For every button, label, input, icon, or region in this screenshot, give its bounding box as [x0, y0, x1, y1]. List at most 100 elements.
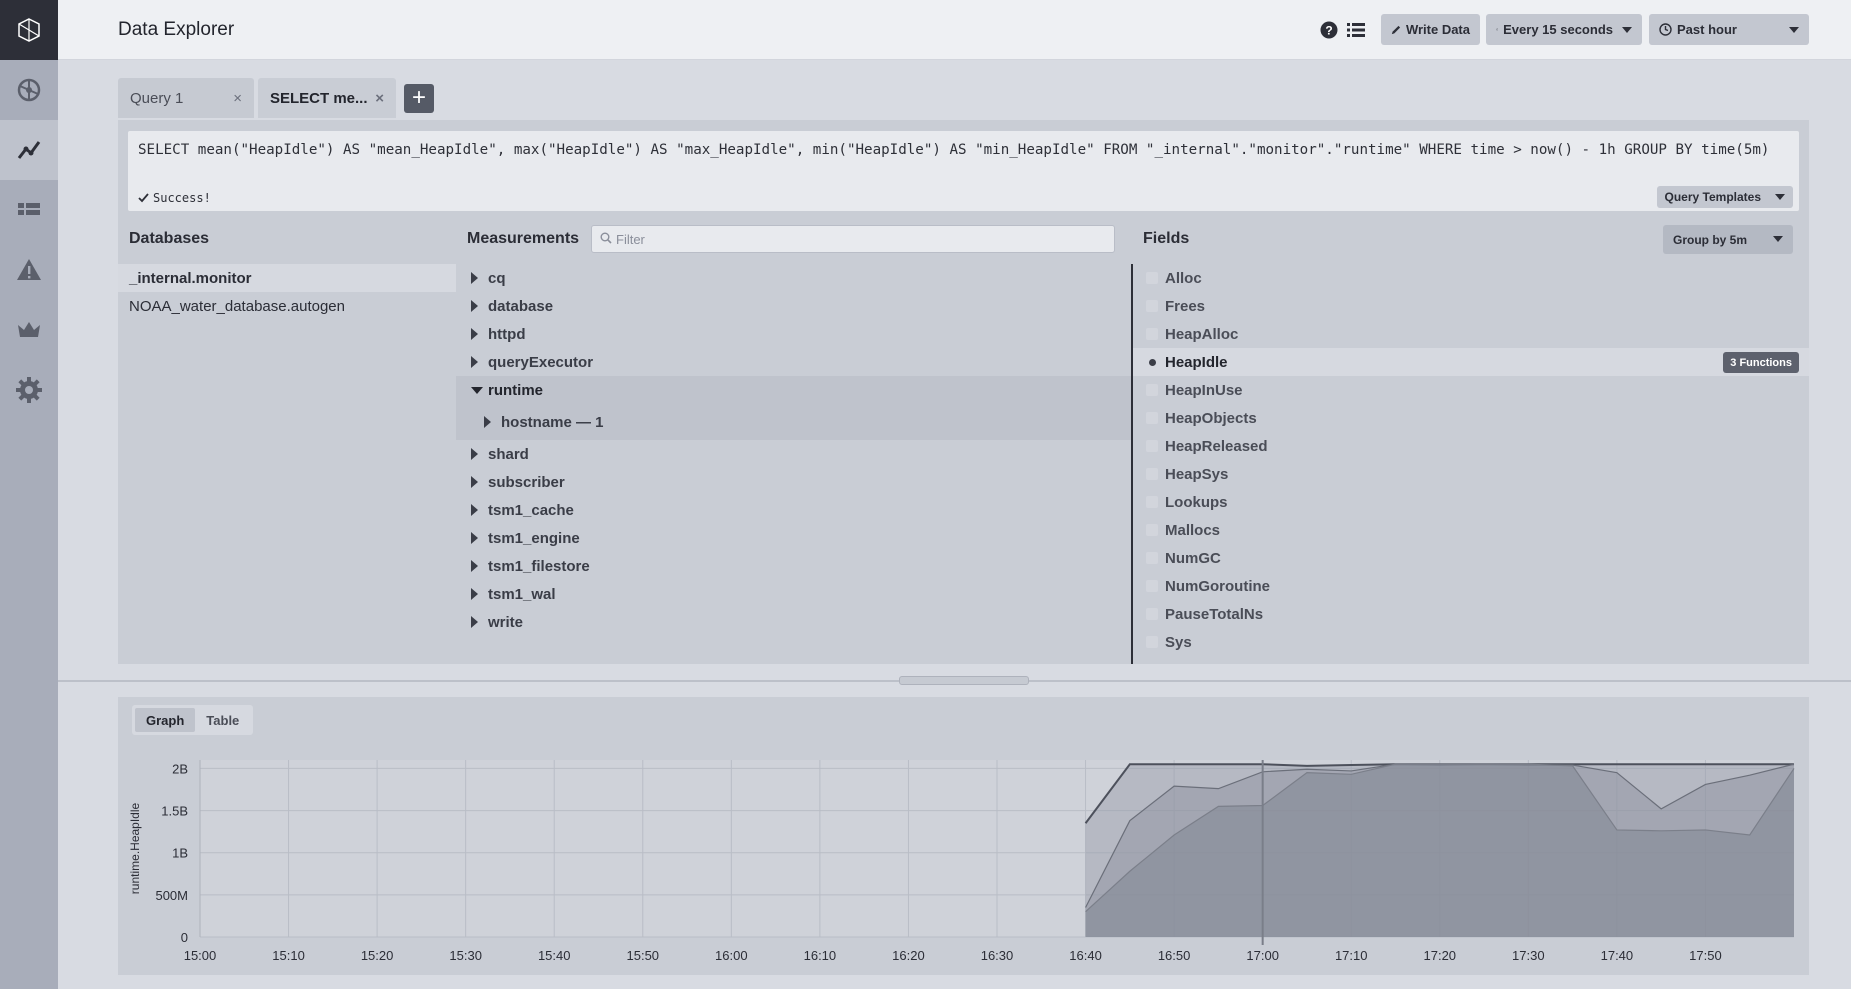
- field-checkbox[interactable]: [1146, 328, 1158, 340]
- measurement-item[interactable]: cq: [456, 264, 1132, 292]
- influx-logo[interactable]: [0, 0, 58, 60]
- field-checkbox[interactable]: [1146, 412, 1158, 424]
- measurement-item[interactable]: shard: [456, 440, 1132, 468]
- measurement-item[interactable]: tsm1_filestore: [456, 552, 1132, 580]
- search-icon: [600, 232, 612, 244]
- functions-badge[interactable]: 3 Functions: [1723, 352, 1799, 373]
- write-data-button[interactable]: Write Data: [1381, 14, 1480, 45]
- field-checkbox[interactable]: [1146, 384, 1158, 396]
- nav-alerts-icon[interactable]: [0, 240, 58, 300]
- field-checkbox[interactable]: [1146, 524, 1158, 536]
- measurement-item[interactable]: queryExecutor: [456, 348, 1132, 376]
- x-tick-label: 16:40: [1069, 948, 1102, 963]
- field-checkbox[interactable]: [1146, 440, 1158, 452]
- tag-key-item[interactable]: hostname — 1: [456, 408, 1132, 436]
- clock-icon: [1659, 23, 1672, 36]
- field-item[interactable]: HeapAlloc: [1133, 320, 1809, 348]
- caret-right-icon: [471, 616, 478, 628]
- close-tab-icon[interactable]: ×: [233, 90, 242, 107]
- x-tick-label: 15:20: [361, 948, 394, 963]
- chevron-down-icon: [1773, 236, 1783, 242]
- x-tick-label: 17:30: [1512, 948, 1545, 963]
- measurement-item[interactable]: database: [456, 292, 1132, 320]
- chevron-down-icon: [1775, 194, 1785, 200]
- field-item[interactable]: PauseTotalNs: [1133, 600, 1809, 628]
- caret-right-icon: [484, 416, 491, 428]
- caret-right-icon: [471, 588, 478, 600]
- field-checkbox[interactable]: [1146, 468, 1158, 480]
- field-checkbox[interactable]: [1146, 300, 1158, 312]
- field-item[interactable]: HeapIdle 3 Functions: [1133, 348, 1809, 376]
- caret-right-icon: [471, 356, 478, 368]
- database-item[interactable]: NOAA_water_database.autogen: [118, 292, 456, 320]
- x-tick-label: 16:20: [892, 948, 925, 963]
- measurement-item[interactable]: tsm1_engine: [456, 524, 1132, 552]
- x-tick-label: 17:10: [1335, 948, 1368, 963]
- caret-right-icon: [471, 328, 478, 340]
- field-checkbox[interactable]: [1146, 636, 1158, 648]
- nav-dashboards-icon[interactable]: [0, 180, 58, 240]
- list-icon[interactable]: [1345, 19, 1367, 41]
- field-item[interactable]: Alloc: [1133, 264, 1809, 292]
- measurement-item[interactable]: write: [456, 608, 1132, 636]
- field-checkbox[interactable]: [1146, 272, 1158, 284]
- caret-right-icon: [471, 504, 478, 516]
- time-range-dropdown[interactable]: Past hour: [1649, 14, 1809, 45]
- query-tab-1[interactable]: Query 1 ×: [118, 78, 254, 118]
- field-item[interactable]: Lookups: [1133, 488, 1809, 516]
- field-checkbox[interactable]: [1146, 608, 1158, 620]
- x-tick-label: 16:10: [804, 948, 837, 963]
- field-item[interactable]: Sys: [1133, 628, 1809, 656]
- fields-heading: Fields: [1143, 230, 1190, 247]
- x-tick-label: 16:00: [715, 948, 748, 963]
- caret-right-icon: [471, 532, 478, 544]
- field-item[interactable]: Frees: [1133, 292, 1809, 320]
- database-item[interactable]: _internal.monitor: [118, 264, 456, 292]
- query-templates-dropdown[interactable]: Query Templates: [1656, 186, 1793, 208]
- field-checkbox[interactable]: [1146, 580, 1158, 592]
- nav-data-explorer-icon[interactable]: [0, 120, 58, 180]
- heapidle-area-chart[interactable]: 0 500M 1B 1.5B 2B 15:00 15:10 15:20 15:30 15:40 15…: [118, 697, 1809, 975]
- visualization-panel: Graph Table 0 500M 1B 1.5B 2B 15:00 15:10 15:20…: [118, 697, 1809, 975]
- chevron-down-icon: [1789, 26, 1799, 33]
- chevron-down-icon: [1622, 26, 1632, 33]
- help-icon[interactable]: ?: [1318, 19, 1340, 41]
- x-tick-label: 16:30: [981, 948, 1014, 963]
- refresh-interval-dropdown[interactable]: Every 15 seconds: [1486, 14, 1642, 45]
- field-checkbox[interactable]: [1146, 552, 1158, 564]
- field-checkbox[interactable]: [1146, 356, 1158, 368]
- query-tab-2[interactable]: SELECT me... ×: [258, 78, 396, 118]
- nav-host-list-icon[interactable]: [0, 60, 58, 120]
- measurement-item[interactable]: tsm1_cache: [456, 496, 1132, 524]
- field-item[interactable]: Mallocs: [1133, 516, 1809, 544]
- measurement-item[interactable]: tsm1_wal: [456, 580, 1132, 608]
- field-checkbox[interactable]: [1146, 496, 1158, 508]
- nav-admin-crown-icon[interactable]: [0, 300, 58, 360]
- measurement-item[interactable]: subscriber: [456, 468, 1132, 496]
- x-tick-label: 17:20: [1424, 948, 1457, 963]
- query-status: Success!: [138, 191, 211, 205]
- y-axis-label: runtime.HeapIdle: [128, 802, 142, 894]
- field-item[interactable]: HeapReleased: [1133, 432, 1809, 460]
- field-item[interactable]: NumGoroutine: [1133, 572, 1809, 600]
- query-text[interactable]: SELECT mean("HeapIdle") AS "mean_HeapIdl…: [138, 142, 1769, 158]
- field-item[interactable]: HeapObjects: [1133, 404, 1809, 432]
- field-item[interactable]: NumGC: [1133, 544, 1809, 572]
- group-by-dropdown[interactable]: Group by 5m: [1663, 225, 1793, 254]
- x-tick-label: 15:00: [184, 948, 217, 963]
- field-item[interactable]: HeapInUse: [1133, 376, 1809, 404]
- query-editor[interactable]: SELECT mean("HeapIdle") AS "mean_HeapIdl…: [128, 131, 1799, 211]
- measurement-filter-input[interactable]: Filter: [591, 225, 1115, 253]
- x-tick-label: 17:50: [1689, 948, 1722, 963]
- caret-right-icon: [471, 272, 478, 284]
- measurement-item[interactable]: runtime: [456, 376, 1132, 404]
- measurement-item[interactable]: httpd: [456, 320, 1132, 348]
- add-query-button[interactable]: +: [404, 84, 434, 113]
- close-tab-icon[interactable]: ×: [375, 90, 384, 107]
- field-item[interactable]: HeapSys: [1133, 460, 1809, 488]
- nav-settings-gear-icon[interactable]: [0, 360, 58, 420]
- page-title: Data Explorer: [118, 19, 235, 40]
- panel-resize-handle[interactable]: [899, 676, 1029, 685]
- svg-text:?: ?: [1325, 24, 1332, 38]
- x-tick-label: 15:50: [627, 948, 660, 963]
